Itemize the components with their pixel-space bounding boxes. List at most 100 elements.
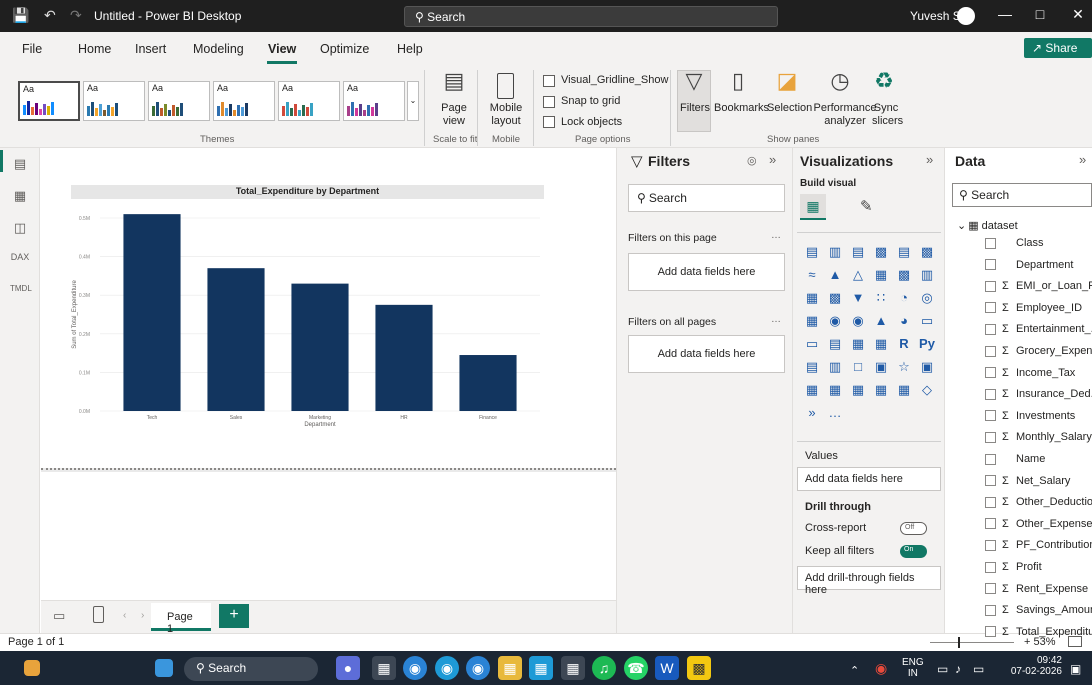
- tray-app-icon[interactable]: ◉: [875, 660, 887, 677]
- field-checkbox[interactable]: [985, 237, 996, 249]
- filter-icon[interactable]: ▽: [682, 68, 706, 94]
- collapse-viz-icon[interactable]: »: [926, 152, 933, 167]
- bookmarks-button[interactable]: Bookmarks: [714, 102, 769, 115]
- map-icon[interactable]: ◉: [825, 312, 845, 330]
- scatter-icon[interactable]: ∷: [871, 289, 891, 307]
- field-item[interactable]: Σ EMI_or_Loan_Pa...: [985, 276, 1092, 296]
- field-checkbox[interactable]: [985, 539, 996, 551]
- themes-expand-icon[interactable]: ⌄: [407, 81, 419, 121]
- maximize-icon[interactable]: □: [1030, 6, 1050, 22]
- bar-chart[interactable]: 0.0M 0.1M 0.2M 0.3M 0.4M 0.5M Tech Sales Market…: [60, 200, 550, 460]
- page-view-button[interactable]: Page view: [434, 102, 474, 128]
- stacked-bar-icon[interactable]: ▤: [802, 243, 822, 261]
- pie-chart-icon[interactable]: ◔: [894, 289, 914, 307]
- filled-map-icon[interactable]: ◉: [848, 312, 868, 330]
- theme-option[interactable]: Aa: [213, 81, 275, 121]
- key-influencers-icon[interactable]: ▤: [802, 358, 822, 376]
- diamond-visual-icon[interactable]: ◇: [917, 381, 937, 399]
- widgets-icon[interactable]: [24, 660, 40, 676]
- ribbon-chart-icon[interactable]: ▦: [871, 266, 891, 284]
- field-checkbox[interactable]: [985, 345, 996, 357]
- field-item[interactable]: Σ PF_Contribution: [985, 535, 1092, 555]
- minimize-icon[interactable]: —: [995, 6, 1015, 22]
- sync-slicers-button[interactable]: Sync slicers: [872, 102, 903, 128]
- menu-optimize[interactable]: Optimize: [320, 42, 369, 56]
- area-chart-icon[interactable]: ▲: [825, 266, 845, 284]
- bar-marketing[interactable]: [291, 283, 349, 411]
- menu-view[interactable]: View: [268, 42, 296, 56]
- next-page-icon[interactable]: ›: [141, 610, 144, 621]
- redo-icon[interactable]: ↷: [70, 7, 82, 24]
- donut-chart-icon[interactable]: ◎: [917, 289, 937, 307]
- user-name[interactable]: Yuvesh S: [910, 9, 961, 23]
- line-column-icon[interactable]: ▩: [894, 266, 914, 284]
- field-item[interactable]: Σ Entertainment_...: [985, 319, 1092, 339]
- battery-icon[interactable]: ▭: [973, 662, 984, 676]
- custom-visual-icon[interactable]: ▦: [894, 381, 914, 399]
- clustered-bar-icon[interactable]: ▤: [848, 243, 868, 261]
- field-item[interactable]: Department: [985, 255, 1073, 275]
- sync-slicers-icon[interactable]: ♻: [872, 68, 896, 94]
- theme-option[interactable]: Aa: [18, 81, 80, 121]
- tmdl-view-icon[interactable]: TMDL: [10, 284, 32, 302]
- spotify-icon[interactable]: ♫: [592, 656, 616, 680]
- field-item[interactable]: Σ Monthly_Salary: [985, 427, 1092, 447]
- field-item[interactable]: Σ Total_Expenditu...: [985, 622, 1092, 642]
- goals-icon[interactable]: ☆: [894, 358, 914, 376]
- snap-to-grid-checkbox[interactable]: [543, 96, 555, 108]
- taskbar-search[interactable]: ⚲ Search: [184, 657, 318, 681]
- field-checkbox[interactable]: [985, 453, 996, 465]
- field-item[interactable]: Σ Profit: [985, 557, 1042, 577]
- field-checkbox[interactable]: [985, 475, 996, 487]
- azure-map-icon[interactable]: ▲: [871, 312, 891, 330]
- page-view-icon[interactable]: ▤: [439, 68, 469, 94]
- card-icon[interactable]: ▭: [917, 312, 937, 330]
- eye-icon[interactable]: ◎: [747, 154, 757, 167]
- gauge-icon[interactable]: ◕: [894, 312, 914, 330]
- mobile-layout-icon[interactable]: [93, 606, 104, 623]
- keep-filters-toggle[interactable]: On: [900, 545, 927, 558]
- matrix-icon[interactable]: ▦: [871, 335, 891, 353]
- dataset-node[interactable]: ⌄ ▦ dataset: [957, 219, 1018, 233]
- field-item[interactable]: Σ Employee_ID: [985, 298, 1082, 318]
- qa-icon[interactable]: □: [848, 358, 868, 376]
- gridline-checkbox[interactable]: [543, 75, 555, 87]
- mobile-layout-button[interactable]: Mobile layout: [484, 102, 528, 128]
- field-item[interactable]: Σ Savings_Amount: [985, 600, 1092, 620]
- format-visual-icon[interactable]: ✎: [860, 197, 873, 215]
- get-more-visuals-icon[interactable]: …: [825, 404, 845, 422]
- treemap-icon[interactable]: ▦: [802, 312, 822, 330]
- table-view-icon[interactable]: ▦: [10, 188, 30, 206]
- zoom-slider[interactable]: [930, 642, 1014, 643]
- field-checkbox[interactable]: [985, 496, 996, 508]
- values-dropzone[interactable]: Add data fields here: [797, 467, 941, 491]
- avatar-icon[interactable]: [957, 7, 975, 25]
- undo-icon[interactable]: ↶: [44, 7, 56, 24]
- menu-modeling[interactable]: Modeling: [193, 42, 244, 56]
- save-icon[interactable]: 💾: [12, 7, 29, 24]
- field-item[interactable]: Σ Other_Deductio...: [985, 492, 1092, 512]
- theme-option[interactable]: Aa: [343, 81, 405, 121]
- field-item[interactable]: Σ Insurance_Ded...: [985, 384, 1092, 404]
- field-item[interactable]: Class: [985, 233, 1044, 253]
- chrome-icon[interactable]: ◉: [403, 656, 427, 680]
- selection-button[interactable]: Selection: [767, 102, 812, 115]
- field-item[interactable]: Σ Income_Tax: [985, 363, 1075, 383]
- more-options-icon[interactable]: …: [771, 230, 781, 241]
- browser-icon[interactable]: ◉: [466, 656, 490, 680]
- field-checkbox[interactable]: [985, 604, 996, 616]
- field-checkbox[interactable]: [985, 626, 996, 638]
- collapse-data-icon[interactable]: »: [1079, 152, 1086, 167]
- data-search-box[interactable]: ⚲ Search: [952, 183, 1092, 207]
- python-visual-icon[interactable]: Py: [917, 335, 937, 353]
- cross-report-toggle[interactable]: Off: [900, 522, 927, 535]
- field-checkbox[interactable]: [985, 410, 996, 422]
- language-indicator[interactable]: ENG IN: [902, 657, 924, 679]
- bar-finance[interactable]: [459, 355, 517, 411]
- mobile-layout-icon[interactable]: [497, 73, 514, 99]
- menu-file[interactable]: File: [22, 42, 42, 56]
- prev-page-icon[interactable]: ‹: [123, 610, 126, 621]
- collapse-filters-icon[interactable]: »: [769, 152, 776, 167]
- folder-icon[interactable]: ▦: [498, 656, 522, 680]
- power-bi-icon[interactable]: ▩: [687, 656, 711, 680]
